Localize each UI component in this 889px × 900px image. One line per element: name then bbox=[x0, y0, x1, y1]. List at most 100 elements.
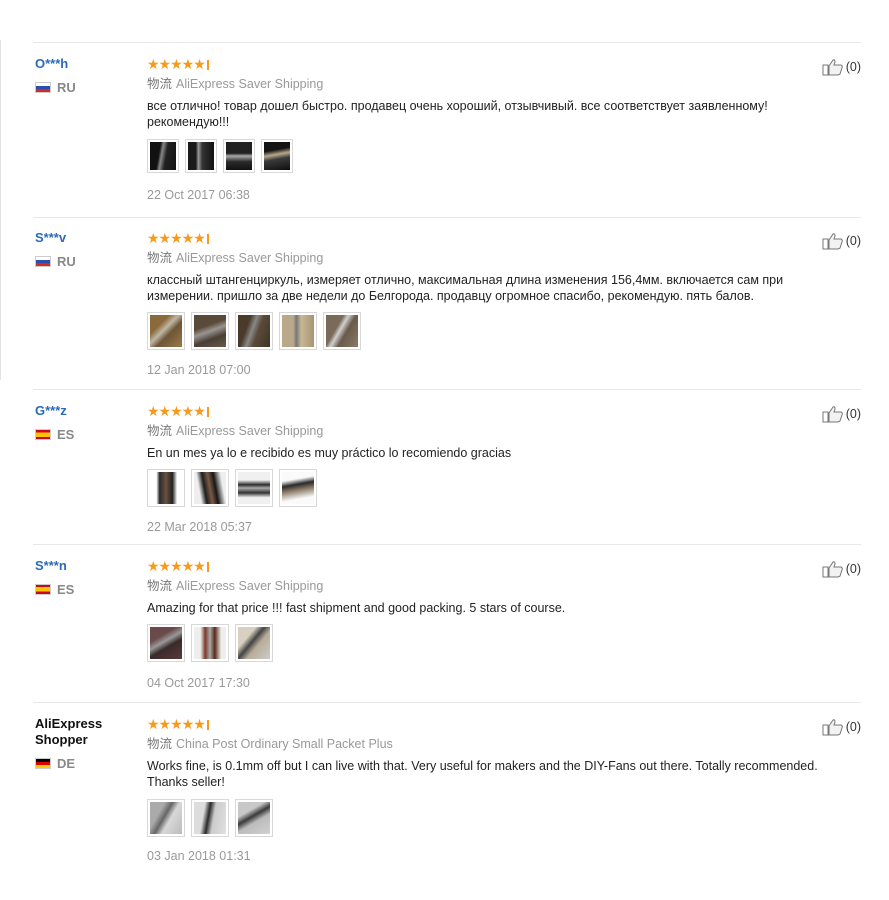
review-images bbox=[147, 139, 293, 173]
reviewer-country: ES bbox=[35, 427, 74, 442]
review-image-thumb[interactable] bbox=[147, 799, 185, 837]
rating-stars: ★★★★★ bbox=[147, 230, 206, 246]
logistics-label: 物流 bbox=[147, 737, 173, 751]
review-image-thumb[interactable] bbox=[235, 469, 273, 507]
review-date: 12 Jan 2018 07:00 bbox=[147, 363, 251, 377]
review-images bbox=[147, 799, 273, 837]
like-button[interactable]: (0) bbox=[822, 718, 861, 736]
thumbs-up-icon bbox=[822, 59, 843, 76]
review-images bbox=[147, 469, 317, 507]
review-image-thumb[interactable] bbox=[147, 469, 185, 507]
like-button[interactable]: (0) bbox=[822, 58, 861, 76]
review-image-thumb[interactable] bbox=[147, 624, 185, 662]
review-image-thumb[interactable] bbox=[323, 312, 361, 350]
logistics-label: 物流 bbox=[147, 251, 173, 265]
review-date: 03 Jan 2018 01:31 bbox=[147, 849, 251, 863]
rating-stars: ★★★★★ bbox=[147, 56, 206, 72]
thumbs-up-icon bbox=[822, 233, 843, 250]
thumbs-up-icon bbox=[822, 406, 843, 423]
logistics-label: 物流 bbox=[147, 77, 173, 91]
review-image-thumb[interactable] bbox=[147, 139, 179, 173]
shipping-name: AliExpress Saver Shipping bbox=[176, 77, 324, 91]
review-item: S***v RU ★★★★★ 物流 AliExpress Saver Shippi… bbox=[33, 217, 861, 390]
reviewer-name[interactable]: AliExpress Shopper bbox=[35, 716, 135, 748]
shipping-method: 物流 AliExpress Saver Shipping bbox=[147, 423, 323, 439]
like-count: (0) bbox=[845, 234, 861, 248]
review-image-thumb[interactable] bbox=[185, 139, 217, 173]
country-code: RU bbox=[57, 80, 76, 95]
like-count: (0) bbox=[845, 720, 861, 734]
review-images bbox=[147, 312, 361, 350]
like-count: (0) bbox=[845, 407, 861, 421]
shipping-name: AliExpress Saver Shipping bbox=[176, 251, 324, 265]
star-rating: ★★★★★ bbox=[147, 717, 209, 731]
thumbs-up-icon bbox=[822, 719, 843, 736]
reviewer-country: RU bbox=[35, 254, 76, 269]
review-date: 22 Mar 2018 05:37 bbox=[147, 520, 252, 534]
review-text: классный штангенциркуль, измеряет отличн… bbox=[147, 273, 784, 303]
country-code: ES bbox=[57, 427, 75, 442]
review-date: 04 Oct 2017 17:30 bbox=[147, 676, 250, 690]
review-image-thumb[interactable] bbox=[279, 312, 317, 350]
reviewer-name[interactable]: O***h bbox=[35, 56, 68, 72]
review-image-thumb[interactable] bbox=[191, 469, 229, 507]
reviewer-name[interactable]: S***n bbox=[35, 558, 67, 574]
review-image-thumb[interactable] bbox=[279, 469, 317, 507]
like-button[interactable]: (0) bbox=[822, 560, 861, 578]
rating-stars: ★★★★★ bbox=[147, 716, 206, 732]
reviewer-country: DE bbox=[35, 756, 75, 771]
review-text: Works fine, is 0.1mm off but I can live … bbox=[147, 759, 818, 789]
shipping-method: 物流 China Post Ordinary Small Packet Plus bbox=[147, 736, 393, 752]
review-image-thumb[interactable] bbox=[235, 799, 273, 837]
shipping-method: 物流 AliExpress Saver Shipping bbox=[147, 250, 323, 266]
star-rating: ★★★★★ bbox=[147, 404, 209, 418]
star-rating: ★★★★★ bbox=[147, 231, 209, 245]
review-item: G***z ES ★★★★★ 物流 AliExpress Saver Shippi… bbox=[33, 389, 861, 545]
reviewer-country: RU bbox=[35, 80, 76, 95]
logistics-label: 物流 bbox=[147, 424, 173, 438]
shipping-method: 物流 AliExpress Saver Shipping bbox=[147, 76, 323, 92]
country-code: ES bbox=[57, 582, 75, 597]
review-item: O***h RU ★★★★★ 物流 AliExpress Saver Shippi… bbox=[33, 42, 861, 218]
rating-stars: ★★★★★ bbox=[147, 403, 206, 419]
review-item: AliExpress Shopper DE ★★★★★ 物流 China Post… bbox=[33, 702, 861, 878]
review-item: S***n ES ★★★★★ 物流 AliExpress Saver Shippi… bbox=[33, 544, 861, 703]
like-count: (0) bbox=[845, 562, 861, 576]
shipping-method: 物流 AliExpress Saver Shipping bbox=[147, 578, 323, 594]
shipping-name: AliExpress Saver Shipping bbox=[176, 579, 324, 593]
review-image-thumb[interactable] bbox=[147, 312, 185, 350]
review-text: En un mes ya lo e recibido es muy prácti… bbox=[147, 446, 512, 460]
logistics-label: 物流 bbox=[147, 579, 173, 593]
reviewer-name[interactable]: G***z bbox=[35, 403, 67, 419]
review-image-thumb[interactable] bbox=[261, 139, 293, 173]
thumbs-up-icon bbox=[822, 561, 843, 578]
review-images bbox=[147, 624, 273, 662]
like-button[interactable]: (0) bbox=[822, 232, 861, 250]
like-button[interactable]: (0) bbox=[822, 405, 861, 423]
review-image-thumb[interactable] bbox=[191, 624, 229, 662]
review-text: все отлично! товар дошел быстро. продаве… bbox=[147, 99, 768, 129]
review-image-thumb[interactable] bbox=[235, 624, 273, 662]
left-divider bbox=[0, 40, 1, 380]
shipping-name: China Post Ordinary Small Packet Plus bbox=[176, 737, 393, 751]
flag-ru-icon bbox=[35, 82, 51, 93]
reviewer-name[interactable]: S***v bbox=[35, 230, 66, 246]
flag-ru-icon bbox=[35, 256, 51, 267]
flag-de-icon bbox=[35, 758, 51, 769]
review-image-thumb[interactable] bbox=[191, 799, 229, 837]
flag-es-icon bbox=[35, 429, 51, 440]
review-image-thumb[interactable] bbox=[235, 312, 273, 350]
review-date: 22 Oct 2017 06:38 bbox=[147, 188, 250, 202]
star-rating: ★★★★★ bbox=[147, 57, 209, 71]
reviewer-country: ES bbox=[35, 582, 74, 597]
review-image-thumb[interactable] bbox=[191, 312, 229, 350]
country-code: DE bbox=[57, 756, 76, 771]
review-image-thumb[interactable] bbox=[223, 139, 255, 173]
country-code: RU bbox=[57, 254, 76, 269]
like-count: (0) bbox=[845, 60, 861, 74]
rating-stars: ★★★★★ bbox=[147, 558, 206, 574]
star-rating: ★★★★★ bbox=[147, 559, 209, 573]
review-text: Amazing for that price !!! fast shipment… bbox=[147, 601, 566, 615]
flag-es-icon bbox=[35, 584, 51, 595]
shipping-name: AliExpress Saver Shipping bbox=[176, 424, 324, 438]
